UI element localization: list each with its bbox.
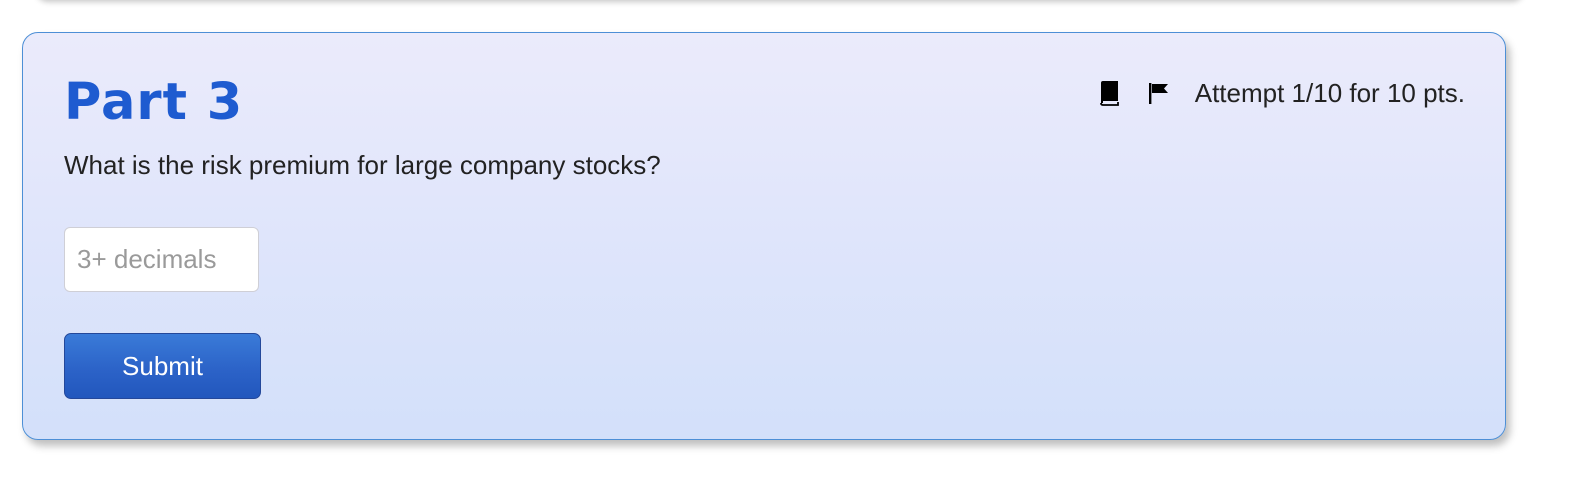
part-header-tools: Attempt 1/10 for 10 pts. <box>1097 77 1465 109</box>
question-text: What is the risk premium for large compa… <box>64 150 661 180</box>
flag-icon[interactable] <box>1147 79 1171 107</box>
attempt-counter: Attempt 1/10 for 10 pts. <box>1194 77 1465 108</box>
answer-input[interactable] <box>64 227 259 292</box>
question-part-card: Part 3 Attempt 1/10 for 10 pts. What is … <box>22 32 1506 440</box>
book-icon[interactable] <box>1097 79 1121 107</box>
submit-button[interactable]: Submit <box>64 333 261 399</box>
part-title: Part 3 <box>64 73 244 132</box>
